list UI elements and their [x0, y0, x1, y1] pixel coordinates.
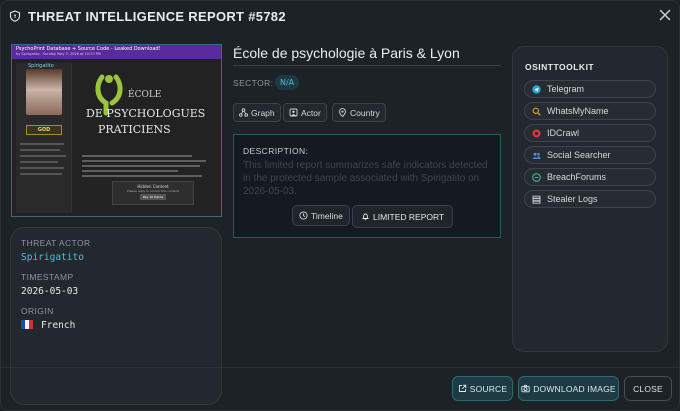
- actor-label: THREAT ACTOR: [21, 238, 91, 248]
- timeline-button[interactable]: Timeline: [292, 205, 350, 226]
- actor-button[interactable]: Actor: [283, 103, 327, 122]
- source-button[interactable]: SOURCE: [452, 376, 513, 401]
- tool-label: Telegram: [547, 84, 585, 94]
- breachforums-icon: [532, 172, 541, 182]
- timestamp-label: TIMESTAMP: [21, 272, 74, 282]
- map-pin-icon: [339, 108, 346, 117]
- preview-post-text: [82, 155, 212, 180]
- shield-icon: [9, 10, 21, 22]
- tool-whatsmyname[interactable]: WhatsMyName: [524, 102, 656, 120]
- preview-rank-badge: GOD: [26, 125, 62, 135]
- tool-label: BreachForums: [547, 172, 607, 182]
- actor-label-pill: Actor: [301, 107, 321, 118]
- tool-breachforums[interactable]: BreachForums: [524, 168, 656, 186]
- close-icon[interactable]: [658, 7, 672, 21]
- sector-badge: N/A: [275, 75, 300, 90]
- stack-icon: [532, 195, 541, 204]
- clock-icon: [299, 211, 308, 220]
- telegram-icon: [532, 84, 541, 94]
- timeline-label: Timeline: [311, 210, 343, 221]
- preview-forum-sub: by Spirigatito - Sunday May 3, 2026 at 1…: [16, 52, 101, 56]
- origin-label: ORIGIN: [21, 306, 54, 316]
- tool-label: WhatsMyName: [547, 106, 609, 116]
- preview-user-sidebar: Spirigatito GOD: [16, 63, 72, 213]
- tool-label: Stealer Logs: [547, 194, 598, 204]
- preview-topbar: PsychoPrint Database + Source Code - Lea…: [12, 45, 221, 59]
- graph-button[interactable]: Graph: [233, 103, 281, 122]
- origin-text: French: [41, 320, 76, 331]
- school-logo: ÉCOLE DE PSYCHOLOGUES PRATICIENS: [86, 74, 205, 136]
- close-button[interactable]: CLOSE: [624, 376, 672, 401]
- svg-text:ÉCOLE: ÉCOLE: [128, 88, 161, 100]
- modal-header: THREAT INTELLIGENCE REPORT #5782: [1, 1, 680, 31]
- tool-telegram[interactable]: Telegram: [524, 80, 656, 98]
- france-flag-icon: [21, 320, 33, 329]
- bell-icon: [362, 213, 369, 221]
- organization-title: École de psychologie à Paris & Lyon: [233, 45, 460, 61]
- tool-idcrawl[interactable]: IDCrawl: [524, 124, 656, 142]
- footer-divider: [1, 367, 680, 368]
- graph-label: Graph: [251, 107, 275, 118]
- tool-stealer-logs[interactable]: Stealer Logs: [524, 190, 656, 208]
- limited-report-button[interactable]: LIMITED REPORT: [352, 205, 454, 228]
- close-label: CLOSE: [633, 383, 663, 394]
- origin-value: French: [21, 320, 211, 331]
- source-label: SOURCE: [469, 383, 508, 394]
- country-label: Country: [350, 107, 380, 118]
- preview-avatar: [26, 69, 62, 115]
- svg-text:PRATICIENS: PRATICIENS: [98, 123, 171, 136]
- country-button[interactable]: Country: [332, 103, 386, 122]
- toolkit-title: OSINTTOOLKIT: [525, 62, 595, 72]
- modal-title: THREAT INTELLIGENCE REPORT #5782: [28, 8, 286, 24]
- svg-text:DE PSYCHOLOGUES: DE PSYCHOLOGUES: [86, 107, 205, 120]
- tool-label: Social Searcher: [547, 150, 611, 160]
- idcrawl-icon: [532, 129, 541, 138]
- graph-icon: [239, 108, 248, 117]
- preview-post-body: ÉCOLE DE PSYCHOLOGUES PRATICIENS Hidden …: [76, 63, 219, 213]
- limited-report-label: LIMITED REPORT: [373, 211, 445, 222]
- camera-icon: [521, 384, 530, 393]
- actor-value[interactable]: Spirigatito: [21, 252, 211, 263]
- download-label: DOWNLOAD IMAGE: [533, 383, 616, 394]
- sector-label: SECTOR:: [233, 78, 274, 88]
- timestamp-value: 2026-05-03: [21, 286, 79, 297]
- description-text: This limited report summarizes safe indi…: [243, 160, 488, 197]
- description-panel: DESCRIPTION: This limited report summari…: [233, 134, 501, 238]
- actor-meta-card: THREAT ACTOR Spirigatito TIMESTAMP 2026-…: [10, 227, 222, 405]
- tool-label: IDCrawl: [547, 128, 580, 138]
- evidence-screenshot[interactable]: PsychoPrint Database + Source Code - Lea…: [11, 44, 222, 217]
- description-label: DESCRIPTION:: [243, 146, 309, 156]
- users-icon: [532, 151, 541, 160]
- title-divider: [233, 65, 501, 66]
- search-icon: [532, 107, 541, 116]
- actor-icon: [289, 108, 298, 117]
- tool-social-searcher[interactable]: Social Searcher: [524, 146, 656, 164]
- report-modal: THREAT INTELLIGENCE REPORT #5782 PsychoP…: [0, 0, 680, 411]
- external-link-icon: [458, 384, 466, 392]
- download-image-button[interactable]: DOWNLOAD IMAGE: [518, 376, 619, 401]
- preview-hidden-content: Hidden Content Please reply to unlock th…: [112, 181, 194, 205]
- osint-toolkit-panel: OSINTTOOLKIT Telegram WhatsMyName IDCraw…: [512, 46, 668, 352]
